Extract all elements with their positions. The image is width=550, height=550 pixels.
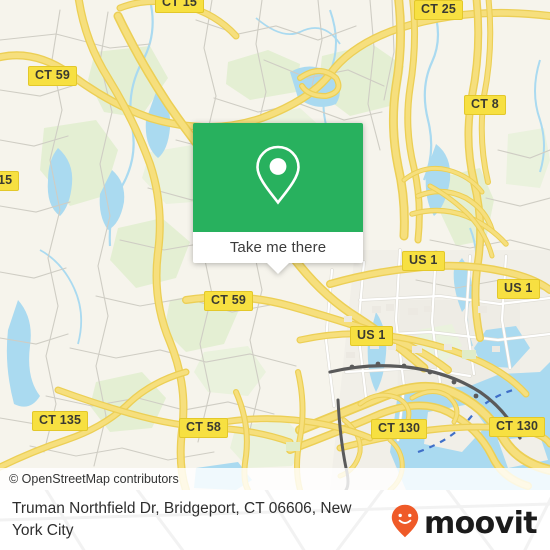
openstreetmap-attribution[interactable]: © OpenStreetMap contributors — [0, 472, 179, 486]
road-shield: CT 8 — [464, 95, 506, 115]
road-shield: US 1 — [402, 251, 445, 271]
moovit-wordmark: moovit — [423, 505, 538, 541]
moovit-logo[interactable]: moovit — [391, 504, 538, 543]
road-shield: 15 — [0, 171, 20, 191]
moovit-map-card: .w{fill:#aadaf0} .wl{stroke:#aadaf0;fill… — [0, 0, 550, 550]
location-callout[interactable]: Take me there — [193, 123, 363, 274]
moovit-smiley-pin-icon — [391, 504, 419, 543]
map-attribution-bar: © OpenStreetMap contributors — [0, 468, 550, 490]
road-shield: CT 130 — [371, 419, 428, 439]
road-shield: CT 59 — [204, 291, 254, 311]
callout-image-area — [193, 123, 363, 232]
road-shield: CT 135 — [32, 411, 89, 431]
map-pin-icon — [252, 144, 304, 211]
road-shield: CT 58 — [179, 418, 229, 438]
road-shield: CT 59 — [28, 66, 78, 86]
take-me-there-label: Take me there — [229, 239, 327, 256]
road-shield: CT 15 — [155, 0, 205, 13]
road-shield: CT 130 — [489, 417, 546, 437]
road-shield: CT 25 — [414, 0, 464, 20]
callout-action-bar[interactable]: Take me there — [193, 232, 363, 274]
road-shield: US 1 — [497, 279, 540, 299]
footer: Truman Northfield Dr, Bridgeport, CT 066… — [0, 490, 550, 550]
address-label: Truman Northfield Dr, Bridgeport, CT 066… — [12, 500, 352, 539]
callout-tail — [267, 263, 289, 274]
road-shield: US 1 — [350, 326, 393, 346]
